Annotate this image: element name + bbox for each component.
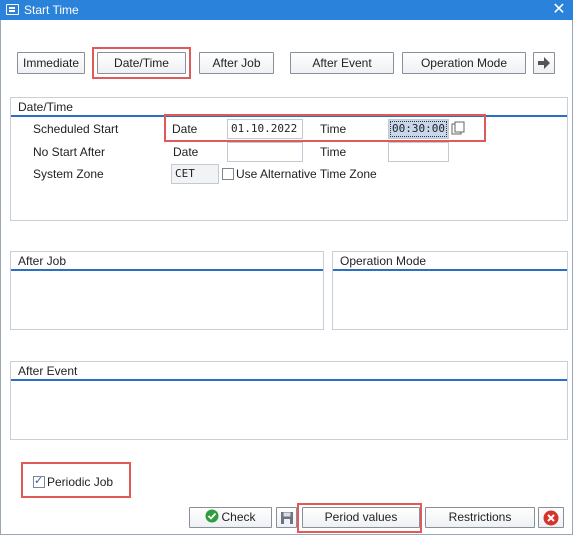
scheduled-date-field[interactable]: 01.10.2022 [227, 119, 303, 139]
no-start-after-label: No Start After [33, 145, 106, 159]
alternative-time-zone-checkbox[interactable] [222, 168, 234, 180]
after-job-group: After Job [10, 251, 324, 330]
system-zone-field: CET [171, 164, 219, 184]
system-zone-label: System Zone [33, 167, 104, 181]
group-divider [333, 269, 567, 271]
save-icon [280, 512, 293, 524]
periodic-job-checkbox[interactable] [33, 474, 45, 488]
after-job-button[interactable]: After Job [199, 52, 274, 74]
check-icon [205, 509, 219, 523]
no-start-time-field[interactable] [388, 142, 449, 162]
period-values-button[interactable]: Period values [302, 507, 420, 528]
group-title: Operation Mode [340, 254, 427, 268]
no-start-date-field[interactable] [227, 142, 303, 162]
window-title: Start Time [24, 3, 79, 17]
after-event-button[interactable]: After Event [290, 52, 394, 74]
no-start-time-label: Time [320, 145, 347, 159]
group-divider [11, 115, 567, 117]
group-title: After Job [18, 254, 67, 268]
scheduled-date-label: Date [172, 122, 198, 136]
group-divider [11, 379, 567, 381]
check-label: Check [221, 510, 256, 524]
save-button[interactable] [276, 507, 297, 528]
scheduled-time-field[interactable]: 00:30:00 [388, 119, 449, 139]
value-help-icon[interactable] [451, 121, 465, 137]
restrictions-button[interactable]: Restrictions [425, 507, 535, 528]
cancel-button[interactable] [538, 507, 564, 528]
alternative-time-zone-label: Use Alternative Time Zone [236, 167, 377, 181]
group-divider [11, 269, 323, 271]
operation-mode-button[interactable]: Operation Mode [402, 52, 526, 74]
group-title: Date/Time [18, 100, 73, 114]
window-icon [6, 4, 19, 15]
arrow-right-icon [538, 57, 550, 69]
immediate-button[interactable]: Immediate [17, 52, 85, 74]
scheduled-start-label: Scheduled Start [33, 122, 119, 136]
more-options-button[interactable] [533, 52, 555, 74]
cancel-icon [543, 510, 559, 526]
operation-mode-group: Operation Mode [332, 251, 568, 330]
scheduled-time-label: Time [320, 122, 347, 136]
periodic-job-label: Periodic Job [47, 475, 114, 489]
date-time-button[interactable]: Date/Time [97, 52, 186, 74]
title-bar: Start Time ✕ [0, 0, 573, 20]
close-icon[interactable]: ✕ [551, 1, 567, 19]
no-start-date-label: Date [173, 145, 199, 159]
after-event-group: After Event [10, 361, 568, 440]
check-button[interactable]: Check [189, 507, 272, 528]
group-title: After Event [18, 364, 78, 378]
